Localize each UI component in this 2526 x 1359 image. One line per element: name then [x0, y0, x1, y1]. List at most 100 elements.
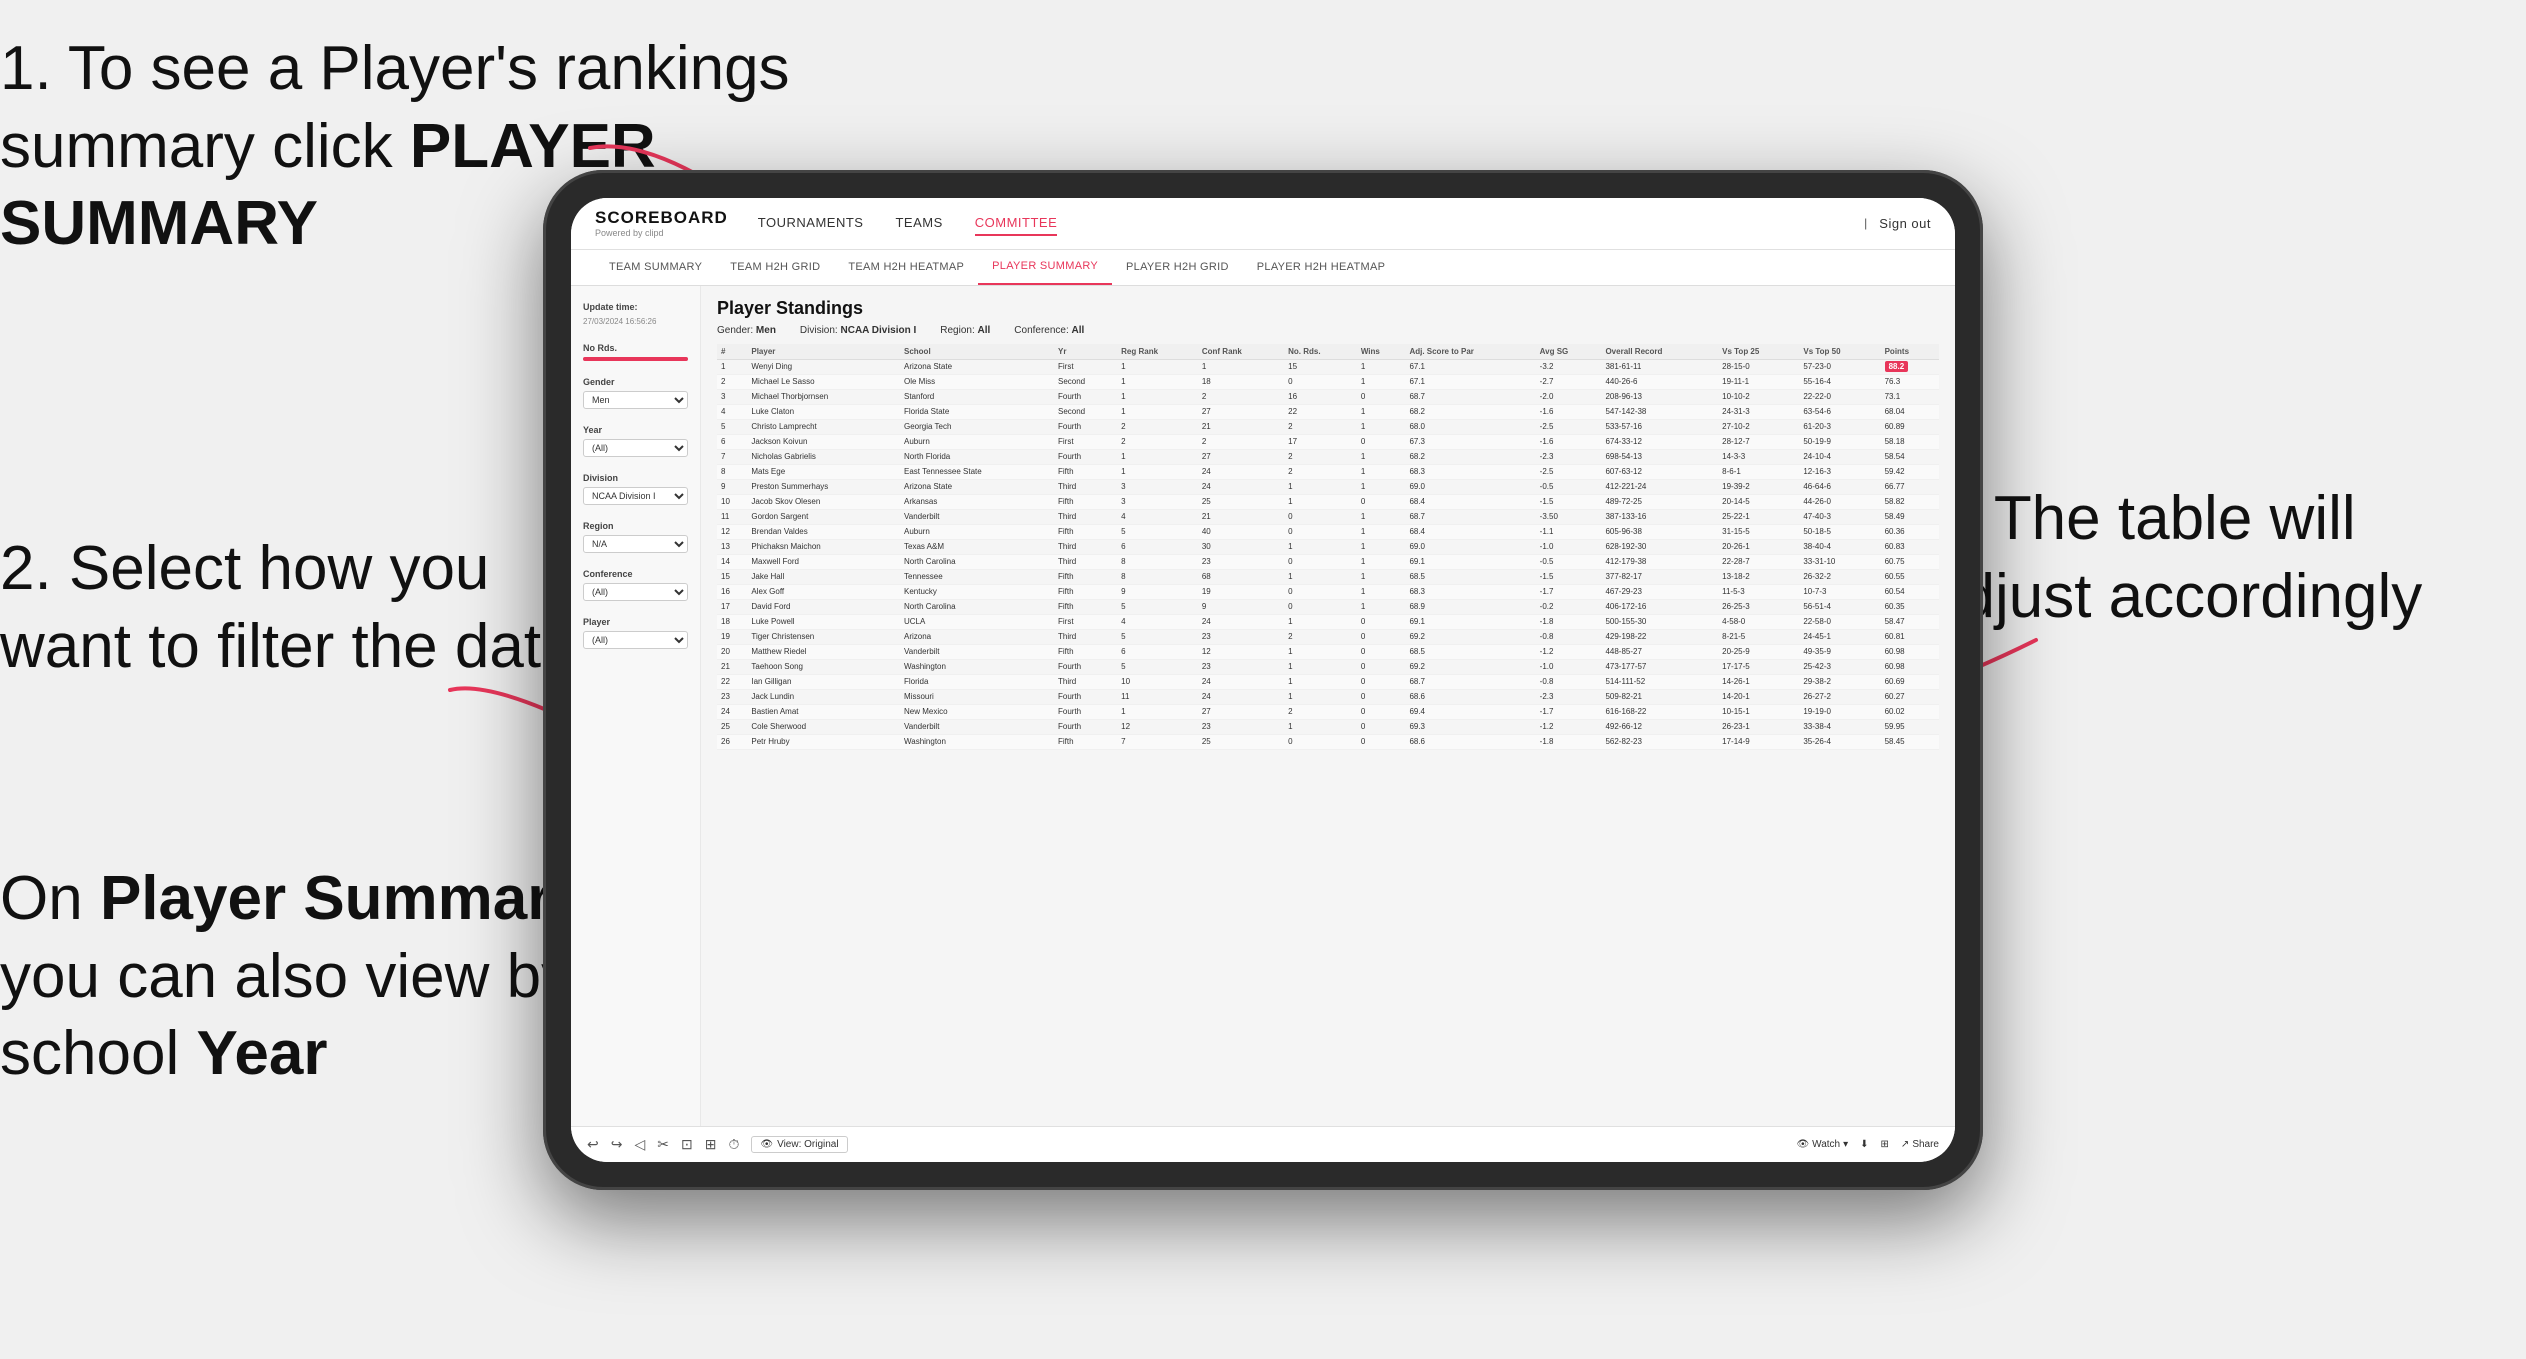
gender-label: Gender: [583, 377, 688, 387]
subnav-team-h2h-grid[interactable]: TEAM H2H GRID: [716, 250, 834, 285]
cell-rank: 3: [717, 389, 747, 404]
sign-out-link[interactable]: Sign out: [1879, 212, 1931, 235]
cell-adj: 69.0: [1405, 479, 1535, 494]
cell-top50: 33-38-4: [1799, 719, 1880, 734]
cell-adj: 69.2: [1405, 659, 1535, 674]
cell-top25: 10-10-2: [1718, 389, 1799, 404]
cell-top50: 57-23-0: [1799, 359, 1880, 374]
cell-yr: Third: [1054, 554, 1117, 569]
cell-top50: 24-45-1: [1799, 629, 1880, 644]
watch-label: Watch: [1812, 1139, 1840, 1150]
cell-top25: 11-5-3: [1718, 584, 1799, 599]
view-selector[interactable]: 👁 View: Original: [751, 1136, 847, 1153]
cell-top25: 17-17-5: [1718, 659, 1799, 674]
rounds-slider[interactable]: [583, 357, 688, 361]
points-value: 66.77: [1885, 482, 1905, 491]
cell-top50: 33-31-10: [1799, 554, 1880, 569]
cell-player: Maxwell Ford: [747, 554, 900, 569]
region-select[interactable]: N/A: [583, 535, 688, 553]
gender-select[interactable]: Men: [583, 391, 688, 409]
back-icon[interactable]: ◁: [634, 1136, 645, 1153]
cell-top50: 50-19-9: [1799, 434, 1880, 449]
subnav-player-h2h-heatmap[interactable]: PLAYER H2H HEATMAP: [1243, 250, 1399, 285]
subnav-player-h2h-grid[interactable]: PLAYER H2H GRID: [1112, 250, 1243, 285]
cell-reg-rank: 6: [1117, 644, 1198, 659]
cell-rds: 1: [1284, 644, 1357, 659]
cell-adj: 68.2: [1405, 404, 1535, 419]
cell-record: 500-155-30: [1601, 614, 1718, 629]
cell-top50: 22-58-0: [1799, 614, 1880, 629]
cell-points: 60.89: [1881, 419, 1939, 434]
cell-school: North Carolina: [900, 599, 1054, 614]
header-row: # Player School Yr Reg Rank Conf Rank No…: [717, 344, 1939, 360]
share-button[interactable]: ↗ Share: [1901, 1139, 1939, 1150]
nav-committee[interactable]: COMMITTEE: [975, 211, 1058, 236]
download-button[interactable]: ⬇: [1860, 1139, 1868, 1150]
cell-school: Tennessee: [900, 569, 1054, 584]
cell-avg-sg: -0.8: [1536, 629, 1602, 644]
cell-wins: 0: [1357, 719, 1406, 734]
grid-button[interactable]: ⊞: [1881, 1139, 1889, 1150]
cell-school: Vanderbilt: [900, 644, 1054, 659]
cell-reg-rank: 10: [1117, 674, 1198, 689]
table-row: 25 Cole Sherwood Vanderbilt Fourth 12 23…: [717, 719, 1939, 734]
cell-yr: First: [1054, 359, 1117, 374]
nav-pipe: |: [1864, 216, 1867, 230]
cell-top50: 46-64-6: [1799, 479, 1880, 494]
cell-rank: 8: [717, 464, 747, 479]
cell-top50: 26-32-2: [1799, 569, 1880, 584]
cell-rank: 15: [717, 569, 747, 584]
cell-yr: Third: [1054, 479, 1117, 494]
subnav-team-h2h-heatmap[interactable]: TEAM H2H HEATMAP: [834, 250, 978, 285]
share-label: Share: [1912, 1139, 1939, 1150]
cell-points: 58.49: [1881, 509, 1939, 524]
cell-yr: Fifth: [1054, 599, 1117, 614]
cell-rank: 13: [717, 539, 747, 554]
sidebar: Update time: 27/03/2024 16:56:26 No Rds.…: [571, 286, 701, 1126]
standings-filters: Gender: Men Division: NCAA Division I Re…: [717, 325, 1939, 336]
step4-text: On Player Summary you can also view by s…: [0, 860, 620, 1093]
cell-school: Arizona State: [900, 359, 1054, 374]
cell-top50: 47-40-3: [1799, 509, 1880, 524]
cut-icon[interactable]: ✂: [657, 1136, 669, 1153]
col-rank: #: [717, 344, 747, 360]
points-value: 60.02: [1885, 707, 1905, 716]
clock-icon[interactable]: ⏱: [728, 1136, 739, 1153]
cell-rank: 24: [717, 704, 747, 719]
redo-icon[interactable]: ↪: [611, 1136, 623, 1153]
watch-button[interactable]: 👁 Watch ▾: [1796, 1139, 1848, 1150]
cell-wins: 0: [1357, 659, 1406, 674]
cell-school: Arizona: [900, 629, 1054, 644]
cell-top25: 13-18-2: [1718, 569, 1799, 584]
player-select[interactable]: (All): [583, 631, 688, 649]
table-row: 16 Alex Goff Kentucky Fifth 9 19 0 1 68.…: [717, 584, 1939, 599]
cell-player: Jackson Koivun: [747, 434, 900, 449]
cell-avg-sg: -2.3: [1536, 449, 1602, 464]
cell-rank: 5: [717, 419, 747, 434]
subnav-team-summary[interactable]: TEAM SUMMARY: [595, 250, 716, 285]
cell-points: 60.54: [1881, 584, 1939, 599]
cell-rds: 0: [1284, 509, 1357, 524]
undo-icon[interactable]: ↩: [587, 1136, 599, 1153]
cell-yr: Fourth: [1054, 704, 1117, 719]
table-row: 26 Petr Hruby Washington Fifth 7 25 0 0 …: [717, 734, 1939, 749]
cell-record: 562-82-23: [1601, 734, 1718, 749]
table-row: 9 Preston Summerhays Arizona State Third…: [717, 479, 1939, 494]
points-value: 60.98: [1885, 662, 1905, 671]
cell-wins: 0: [1357, 614, 1406, 629]
cell-school: Arizona State: [900, 479, 1054, 494]
cell-rds: 0: [1284, 374, 1357, 389]
year-select[interactable]: (All): [583, 439, 688, 457]
copy-icon[interactable]: ⊡: [681, 1136, 693, 1153]
nav-teams[interactable]: TEAMS: [895, 211, 942, 236]
cell-adj: 68.5: [1405, 569, 1535, 584]
table-row: 22 Ian Gilligan Florida Third 10 24 1 0 …: [717, 674, 1939, 689]
table-body: 1 Wenyi Ding Arizona State First 1 1 15 …: [717, 359, 1939, 749]
subnav-player-summary[interactable]: PLAYER SUMMARY: [978, 250, 1112, 285]
nav-tournaments[interactable]: TOURNAMENTS: [758, 211, 864, 236]
paste-icon[interactable]: ⊞: [705, 1136, 717, 1153]
division-select[interactable]: NCAA Division I: [583, 487, 688, 505]
conference-select[interactable]: (All): [583, 583, 688, 601]
cell-avg-sg: -3.50: [1536, 509, 1602, 524]
slider-fill: [583, 357, 688, 361]
